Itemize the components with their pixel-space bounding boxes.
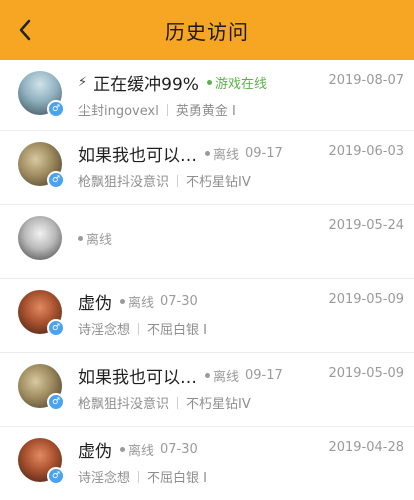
avatar[interactable]: ♂ <box>18 71 65 118</box>
male-icon: ♂ <box>47 393 65 411</box>
page-title: 历史访问 <box>165 19 249 44</box>
avatar[interactable]: ♂ <box>18 142 65 189</box>
list-item[interactable]: ♂ 虚伪 离线 07-30 2019-05-09 诗淫念想 不屈白银 I <box>0 279 414 353</box>
rank-label: 不朽星钻IV <box>186 175 251 190</box>
status-dot-icon <box>205 373 210 378</box>
user-name: 虚伪 <box>78 442 112 462</box>
user-name: 正在缓冲99% <box>93 75 199 95</box>
status-dot-icon <box>120 299 125 304</box>
user-name: 如果我也可以… <box>78 146 197 166</box>
status-badge: 离线 09-17 <box>205 144 283 163</box>
list-item[interactable]: ♂ 虚伪 离线 07-30 2019-04-28 诗淫念想 不屈白银 I <box>0 427 414 500</box>
status-badge: 游戏在线 <box>206 73 267 92</box>
back-button[interactable] <box>10 12 40 48</box>
list-item[interactable]: 离线 2019-05-24 <box>0 205 414 279</box>
game-id: 尘封ingovexl <box>78 104 159 119</box>
rank-label: 不朽星钻IV <box>186 397 251 412</box>
user-meta: 诗淫念想 不屈白银 I <box>78 467 207 486</box>
list-item[interactable]: ♂ ⚡ 正在缓冲99% 游戏在线 2019-08-07 尘封ingovexl 英… <box>0 60 414 131</box>
status-badge: 离线 07-30 <box>120 440 198 459</box>
status-badge: 离线 07-30 <box>120 292 198 311</box>
user-meta: 枪飘狙抖没意识 不朽星钻IV <box>78 171 251 190</box>
list-item[interactable]: ♂ 如果我也可以… 离线 09-17 2019-05-09 枪飘狙抖没意识 不朽… <box>0 353 414 427</box>
visit-date: 2019-05-09 <box>328 292 404 307</box>
user-meta: 枪飘狙抖没意识 不朽星钻IV <box>78 393 251 412</box>
avatar[interactable]: ♂ <box>18 290 65 337</box>
visit-date: 2019-05-09 <box>328 366 404 381</box>
rank-label: 英勇黄金 I <box>175 104 236 119</box>
status-dot-icon <box>205 151 210 156</box>
visit-date: 2019-08-07 <box>328 73 404 88</box>
visit-history-list: ♂ ⚡ 正在缓冲99% 游戏在线 2019-08-07 尘封ingovexl 英… <box>0 60 414 500</box>
list-item[interactable]: ♂ 如果我也可以… 离线 09-17 2019-06-03 枪飘狙抖没意识 不朽… <box>0 131 414 205</box>
game-id: 枪飘狙抖没意识 <box>78 175 170 190</box>
male-icon: ♂ <box>47 100 65 118</box>
user-meta: 尘封ingovexl 英勇黄金 I <box>78 100 236 119</box>
rank-label: 不屈白银 I <box>147 471 207 486</box>
game-id: 诗淫念想 <box>78 323 131 338</box>
rank-label: 不屈白银 I <box>147 323 207 338</box>
male-icon: ♂ <box>47 467 65 485</box>
user-name: 如果我也可以… <box>78 368 197 388</box>
game-id: 枪飘狙抖没意识 <box>78 397 170 412</box>
status-badge: 离线 <box>78 229 112 248</box>
bolt-prefix: ⚡ <box>78 75 88 90</box>
status-badge: 离线 09-17 <box>205 366 283 385</box>
avatar[interactable]: ♂ <box>18 364 65 411</box>
avatar[interactable] <box>18 216 62 260</box>
user-name: 虚伪 <box>78 294 112 314</box>
status-dot-icon <box>206 80 212 85</box>
male-icon: ♂ <box>47 171 65 189</box>
visit-date: 2019-06-03 <box>328 144 404 159</box>
chevron-left-icon <box>19 19 31 41</box>
male-icon: ♂ <box>47 319 65 337</box>
game-id: 诗淫念想 <box>78 471 131 486</box>
user-meta: 诗淫念想 不屈白银 I <box>78 319 207 338</box>
avatar[interactable]: ♂ <box>18 438 65 485</box>
status-dot-icon <box>120 447 125 452</box>
status-dot-icon <box>78 236 83 241</box>
top-bar: 历史访问 <box>0 0 414 60</box>
visit-date: 2019-04-28 <box>328 440 404 455</box>
visit-date: 2019-05-24 <box>328 218 404 233</box>
